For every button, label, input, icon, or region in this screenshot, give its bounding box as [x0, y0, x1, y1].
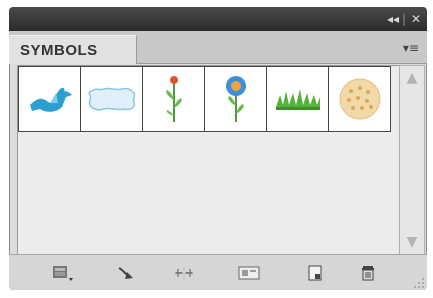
panel-footer-toolbar: [9, 254, 427, 290]
bird-symbol[interactable]: [18, 66, 81, 132]
symbol-libraries-menu-button[interactable]: [51, 263, 75, 283]
resize-grip-icon[interactable]: [413, 277, 425, 289]
grass-icon: [275, 89, 320, 110]
grass-symbol[interactable]: [266, 66, 329, 132]
vertical-scrollbar[interactable]: ▲ ▼: [399, 65, 425, 255]
tab-symbols[interactable]: SYMBOLS: [9, 35, 137, 64]
symbols-panel: ◂◂ | ✕ SYMBOLS ▾≡ ▲ ▼: [9, 7, 427, 290]
new-page-icon: [308, 265, 322, 281]
dotted-blob-symbol[interactable]: [328, 66, 391, 132]
symbol-row: [18, 66, 399, 132]
close-panel-icon[interactable]: ✕: [411, 12, 421, 26]
blue-flower-symbol[interactable]: [204, 66, 267, 132]
scroll-down-icon[interactable]: ▼: [402, 232, 422, 252]
scroll-up-icon[interactable]: ▲: [402, 68, 422, 88]
place-arrow-icon: [118, 267, 133, 279]
new-symbol-button[interactable]: [303, 263, 327, 283]
break-link-icon: [175, 267, 193, 279]
panel-menu-icon[interactable]: ▾≡: [403, 41, 419, 55]
delete-symbol-button[interactable]: [356, 263, 380, 283]
cloud-banner-symbol[interactable]: [80, 66, 143, 132]
options-icon: [238, 266, 260, 280]
symbol-grid: [17, 65, 400, 255]
bird-icon: [29, 87, 72, 112]
library-menu-icon: [53, 266, 73, 281]
trash-icon: [362, 266, 374, 281]
red-flower-icon: [165, 76, 182, 122]
cloud-banner-icon: [87, 87, 135, 111]
tab-bar: SYMBOLS ▾≡: [9, 31, 427, 64]
tab-symbols-label: SYMBOLS: [20, 42, 98, 59]
dotted-blob-icon: [339, 78, 380, 120]
red-flower-symbol[interactable]: [142, 66, 205, 132]
title-separator: |: [401, 12, 406, 26]
place-symbol-instance-button[interactable]: [115, 263, 139, 283]
panel-title-bar: ◂◂ | ✕: [9, 7, 427, 31]
blue-flower-icon: [225, 76, 246, 122]
symbol-options-button[interactable]: [237, 263, 261, 283]
collapse-panel-icon[interactable]: ◂◂: [387, 12, 399, 26]
break-link-button[interactable]: [172, 263, 196, 283]
